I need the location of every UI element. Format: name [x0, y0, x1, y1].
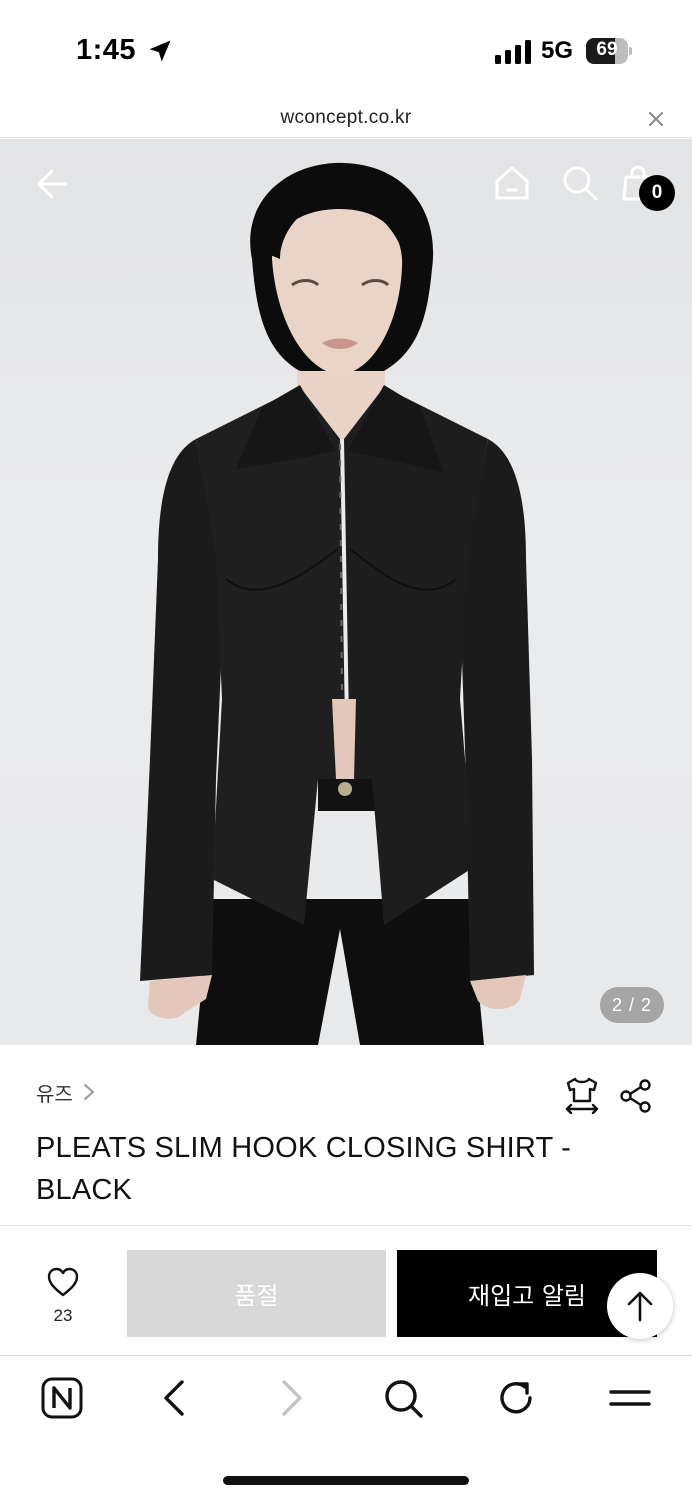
network-label: 5G — [541, 37, 574, 64]
status-time: 1:45 — [76, 34, 137, 66]
battery-level: 69 — [596, 39, 618, 60]
product-title: PLEATS SLIM HOOK CLOSING SHIRT - BLACK — [36, 1132, 571, 1206]
share-icon[interactable] — [618, 1078, 654, 1114]
size-guide-icon[interactable] — [564, 1076, 600, 1114]
scroll-to-top-button[interactable] — [607, 1273, 673, 1339]
image-page-counter: 2 / 2 — [600, 987, 664, 1023]
url-bar[interactable]: wconcept.co.kr — [0, 100, 692, 138]
menu-icon[interactable] — [608, 1376, 652, 1420]
divider — [0, 1225, 692, 1226]
forward-icon[interactable] — [268, 1376, 312, 1420]
soldout-button[interactable]: 품절 — [127, 1250, 386, 1337]
back-arrow-icon[interactable] — [34, 165, 72, 203]
status-bar: 1:45 5G 69 — [0, 0, 692, 100]
refresh-icon[interactable] — [494, 1376, 538, 1420]
product-photo — [140, 162, 534, 1045]
like-button[interactable]: 23 — [30, 1262, 96, 1328]
heart-icon[interactable] — [46, 1266, 80, 1298]
signal-bars-icon — [495, 40, 531, 64]
home-indicator — [223, 1476, 469, 1485]
chevron-right-icon — [83, 1084, 94, 1100]
brand-name[interactable]: 유즈 — [36, 1078, 73, 1107]
battery-icon: 69 — [586, 38, 632, 64]
search-icon[interactable] — [560, 163, 600, 203]
url-text[interactable]: wconcept.co.kr — [0, 107, 692, 129]
cart-count-badge[interactable]: 0 — [639, 175, 675, 211]
search-icon[interactable] — [381, 1376, 425, 1420]
like-count: 23 — [53, 1306, 73, 1325]
arrow-up-icon — [627, 1291, 653, 1322]
naver-icon[interactable] — [40, 1376, 84, 1420]
close-icon[interactable] — [646, 109, 666, 129]
location-arrow-icon — [149, 40, 171, 62]
home-icon[interactable] — [492, 163, 532, 203]
brand-link[interactable]: 유즈 — [36, 1078, 97, 1106]
back-icon[interactable] — [154, 1376, 198, 1420]
product-image[interactable]: 0 2 / 2 — [0, 139, 692, 1045]
